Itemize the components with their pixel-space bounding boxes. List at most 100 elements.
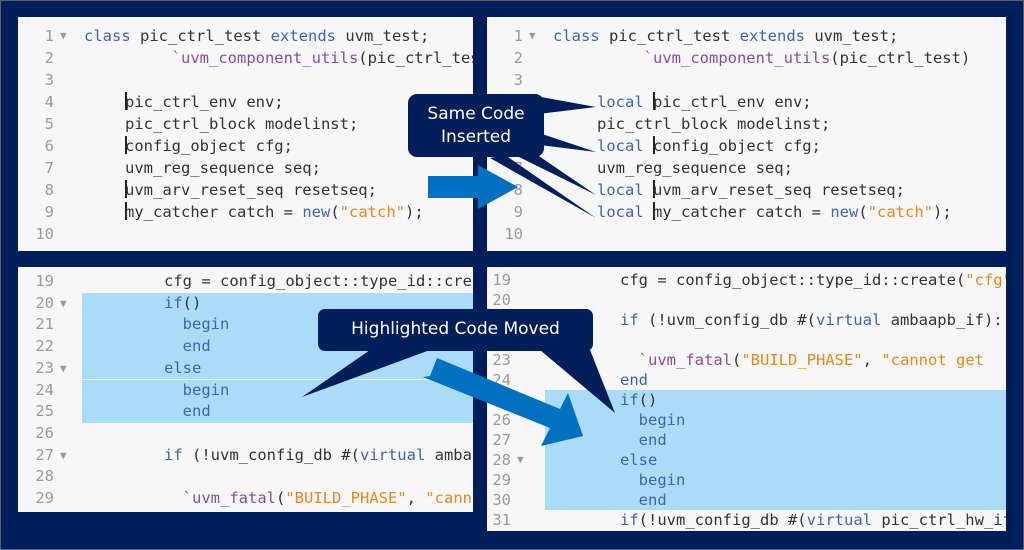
macro-token: `uvm_fatal bbox=[164, 489, 276, 507]
code-token: uvm_test; bbox=[814, 27, 899, 45]
code-line: 8 local uvm_arv_reset_seq resetseq; bbox=[487, 179, 1006, 201]
highlighted-line-bg bbox=[545, 390, 1006, 410]
line-number: 24 bbox=[35, 380, 54, 399]
keyword-token: end bbox=[164, 402, 211, 421]
line-number: 10 bbox=[35, 225, 54, 243]
code-line: 7 uvm_reg_sequence seq; bbox=[18, 157, 473, 179]
code-line: 4 pic_ctrl_env env; bbox=[18, 91, 473, 113]
code-token: pic_ctrl_env env; bbox=[125, 93, 284, 111]
code-token: uvm_test; bbox=[345, 27, 430, 45]
keyword-token: if bbox=[620, 391, 639, 409]
code-text: `uvm_fatal("BUILD_PHASE", "cannot get bbox=[164, 488, 473, 510]
code-line: 26 bbox=[18, 423, 473, 445]
code-token: uvm_arv_reset_seq resetseq; bbox=[653, 181, 905, 199]
code-text: my_catcher catch = new("catch"); bbox=[125, 201, 424, 223]
keyword-token: virtual bbox=[815, 311, 882, 329]
inserted-local-keyword: local bbox=[597, 181, 653, 199]
keyword-token: if bbox=[620, 511, 639, 529]
string-token: "catch" bbox=[867, 203, 933, 221]
line-number: 26 bbox=[35, 423, 54, 442]
code-panel-before-bottom: 19 cfg = config_object::type_id::create("… bbox=[18, 267, 473, 512]
inserted-local-keyword: local bbox=[597, 203, 653, 221]
callout-moved-text: Highlighted Code Moved bbox=[351, 319, 560, 339]
macro-token: `uvm_fatal bbox=[620, 351, 732, 369]
code-line: 28 bbox=[18, 466, 473, 488]
code-line: 5 pic_ctrl_block modelinst; bbox=[18, 113, 473, 135]
line-number: 28 bbox=[35, 467, 54, 486]
code-text: else bbox=[164, 358, 201, 380]
code-token: ); bbox=[404, 203, 424, 221]
keyword-token: class bbox=[553, 27, 609, 45]
code-text: begin bbox=[620, 410, 686, 430]
code-text: uvm_reg_sequence seq; bbox=[125, 157, 321, 179]
fold-toggle-icon[interactable]: ▼ bbox=[529, 25, 536, 47]
line-number: 29 bbox=[35, 489, 54, 507]
code-text: begin bbox=[620, 470, 686, 490]
line-number: 25 bbox=[492, 391, 511, 409]
code-text: class pic_ctrl_test extends uvm_test; bbox=[84, 25, 429, 47]
fold-toggle-icon[interactable]: ▼ bbox=[60, 358, 67, 380]
code-token: , bbox=[862, 351, 882, 369]
code-token: ambaapb_if)::get(this bbox=[434, 445, 473, 464]
code-token: pic_ctrl_hw_if)::get bbox=[881, 511, 1006, 529]
string-token: "cfg" bbox=[965, 271, 1006, 289]
code-text: config_object cfg; bbox=[125, 135, 293, 157]
line-number: 27 bbox=[35, 445, 54, 464]
code-line: 1 ▼ class pic_ctrl_test extends uvm_test; bbox=[487, 25, 1006, 47]
keyword-token: if bbox=[620, 311, 639, 329]
string-token: "BUILD_PHASE" bbox=[285, 489, 407, 507]
line-number: 2 bbox=[44, 49, 54, 67]
line-number: 28 bbox=[492, 451, 511, 469]
keyword-token: begin bbox=[164, 315, 230, 334]
code-panel-after-top: 1 ▼ class pic_ctrl_test extends uvm_test; 2… bbox=[487, 17, 1006, 251]
code-token: uvm_reg_sequence seq; bbox=[597, 159, 793, 177]
line-number: 20 bbox=[35, 293, 54, 312]
line-number: 7 bbox=[44, 159, 54, 177]
callout-inserted-text: Same Code Inserted bbox=[408, 103, 544, 149]
line-number: 20 bbox=[492, 291, 511, 309]
fold-toggle-icon[interactable]: ▼ bbox=[517, 450, 524, 470]
code-text: cfg = config_object::type_id::create("cf… bbox=[164, 271, 473, 293]
code-token: ( bbox=[731, 351, 742, 369]
code-line: 6 config_object cfg; bbox=[18, 135, 473, 157]
line-number: 10 bbox=[504, 225, 523, 243]
code-token: ); bbox=[932, 203, 952, 221]
code-token: ambaapb_if)::get bbox=[890, 311, 1006, 329]
code-line: 3 bbox=[18, 69, 473, 91]
code-token: () bbox=[638, 391, 658, 409]
code-token: pic_ctrl_block modelinst; bbox=[125, 115, 359, 133]
code-line: 9 local my_catcher catch = new("catch"); bbox=[487, 201, 1006, 223]
keyword-token: new bbox=[830, 203, 859, 221]
keyword-token: extends bbox=[270, 27, 346, 45]
line-number: 23 bbox=[35, 358, 54, 377]
keyword-token: extends bbox=[739, 27, 815, 45]
fold-toggle-icon[interactable]: ▼ bbox=[60, 445, 67, 467]
inserted-local-keyword: local bbox=[597, 93, 653, 111]
code-line: 28 ▼ else bbox=[487, 450, 1006, 470]
string-token: "BUILD_PHASE" bbox=[741, 351, 863, 369]
line-number: 21 bbox=[35, 315, 54, 334]
line-number: 3 bbox=[44, 71, 54, 89]
code-line: 29 `uvm_fatal("BUILD_PHASE", "cannot get bbox=[18, 488, 473, 510]
code-line: 9 my_catcher catch = new("catch"); bbox=[18, 201, 473, 223]
code-text: if() bbox=[620, 390, 657, 410]
macro-token: `uvm_component_utils bbox=[597, 49, 831, 67]
code-text: local my_catcher catch = new("catch"); bbox=[597, 201, 952, 223]
code-token: uvm_arv_reset_seq resetseq; bbox=[125, 181, 377, 199]
keyword-token: if bbox=[164, 445, 183, 464]
code-text: uvm_reg_sequence seq; bbox=[597, 157, 793, 179]
highlighted-line-bg bbox=[82, 357, 473, 380]
line-number: 9 bbox=[513, 203, 523, 221]
fold-toggle-icon[interactable]: ▼ bbox=[60, 293, 67, 315]
highlighted-line-bg bbox=[545, 450, 1006, 470]
code-text: begin bbox=[164, 380, 230, 402]
code-text: end bbox=[620, 370, 648, 390]
code-token: () bbox=[182, 293, 202, 312]
fold-toggle-icon[interactable]: ▼ bbox=[60, 25, 67, 47]
code-line: 6 local config_object cfg; bbox=[487, 135, 1006, 157]
line-number: 8 bbox=[44, 181, 54, 199]
keyword-token: end bbox=[620, 491, 667, 509]
fold-toggle-icon[interactable]: ▼ bbox=[517, 390, 524, 410]
line-number: 23 bbox=[492, 351, 511, 369]
code-token: , bbox=[406, 489, 426, 507]
